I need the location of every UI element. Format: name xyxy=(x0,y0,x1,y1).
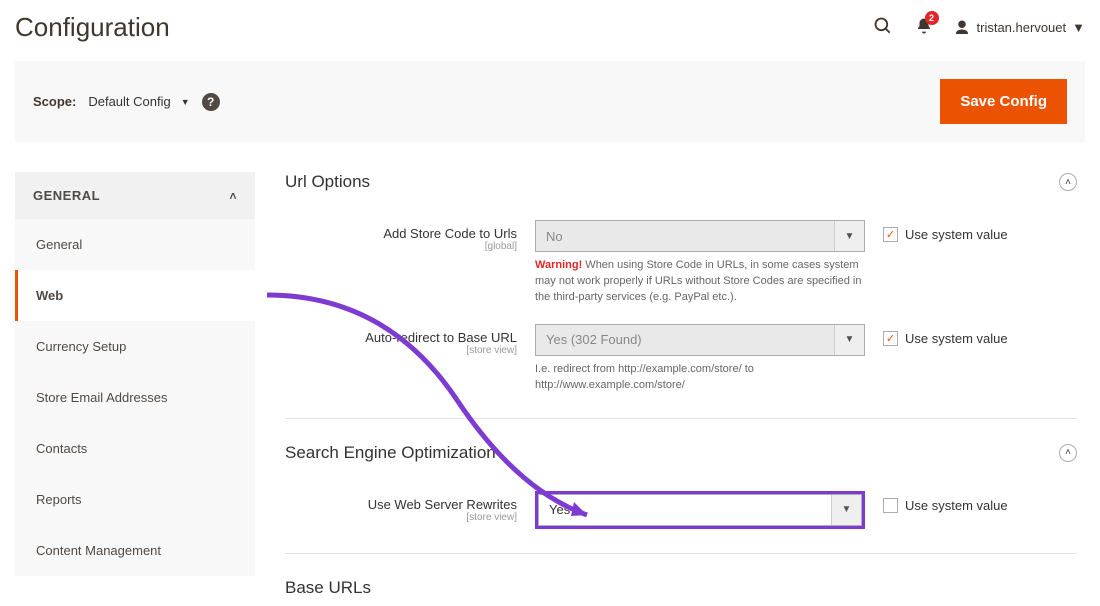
field-scope: [global] xyxy=(285,241,517,252)
use-system-label: Use system value xyxy=(905,227,1008,242)
chevron-down-icon: ▼ xyxy=(831,495,861,525)
chevron-down-icon: ▼ xyxy=(181,97,190,107)
auto-redirect-select: Yes (302 Found) ▼ xyxy=(535,324,865,356)
use-system-label: Use system value xyxy=(905,498,1008,513)
page-title: Configuration xyxy=(15,12,170,43)
divider xyxy=(285,553,1077,554)
use-system-label: Use system value xyxy=(905,331,1008,346)
scope-select[interactable]: Default Config ▼ xyxy=(88,94,189,109)
section-title-text: Search Engine Optimization xyxy=(285,443,496,463)
collapse-icon[interactable]: ˄ xyxy=(1059,173,1077,191)
search-icon[interactable] xyxy=(871,14,895,41)
use-system-checkbox[interactable] xyxy=(883,498,898,513)
notifications-icon[interactable]: 2 xyxy=(913,15,935,40)
sidebar-section-general[interactable]: GENERAL ˄ xyxy=(15,172,255,219)
field-auto-redirect: Auto-redirect to Base URL [store view] Y… xyxy=(285,324,1077,394)
sidebar-item-currency-setup[interactable]: Currency Setup xyxy=(15,321,255,372)
section-base-urls-header[interactable]: Base URLs xyxy=(285,578,1077,598)
scope-label: Scope: xyxy=(33,94,76,109)
scope-value: Default Config xyxy=(88,94,170,109)
sidebar-item-contacts[interactable]: Contacts xyxy=(15,423,255,474)
page-header: Configuration 2 tristan.hervouet ▼ xyxy=(15,0,1085,61)
sidebar-item-content-mgmt[interactable]: Content Management xyxy=(15,525,255,576)
save-config-button[interactable]: Save Config xyxy=(940,79,1067,124)
use-system-checkbox[interactable]: ✓ xyxy=(883,331,898,346)
section-title-text: Url Options xyxy=(285,172,370,192)
collapse-icon[interactable]: ˄ xyxy=(1059,444,1077,462)
chevron-down-icon: ▼ xyxy=(834,325,864,355)
field-label: Add Store Code to Urls xyxy=(383,226,517,241)
user-icon xyxy=(953,19,971,37)
notification-badge: 2 xyxy=(925,11,939,25)
sidebar: GENERAL ˄ General Web Currency Setup Sto… xyxy=(15,172,255,598)
user-menu[interactable]: tristan.hervouet ▼ xyxy=(953,19,1085,37)
chevron-down-icon: ▼ xyxy=(1072,20,1085,35)
scope-bar: Scope: Default Config ▼ ? Save Config xyxy=(15,61,1085,142)
field-note: I.e. redirect from http://example.com/st… xyxy=(535,362,865,394)
rewrites-select[interactable]: Yes ▼ xyxy=(538,494,862,526)
field-scope: [store view] xyxy=(285,512,517,523)
chevron-up-icon: ˄ xyxy=(229,189,237,203)
help-icon[interactable]: ? xyxy=(202,93,220,111)
field-web-server-rewrites: Use Web Server Rewrites [store view] Yes… xyxy=(285,491,1077,529)
user-name: tristan.hervouet xyxy=(977,20,1067,35)
field-scope: [store view] xyxy=(285,345,517,356)
field-label: Auto-redirect to Base URL xyxy=(365,330,517,345)
sidebar-item-store-email[interactable]: Store Email Addresses xyxy=(15,372,255,423)
section-title-text: Base URLs xyxy=(285,578,371,598)
field-label: Use Web Server Rewrites xyxy=(368,497,517,512)
use-system-checkbox[interactable]: ✓ xyxy=(883,227,898,242)
main-panel: Url Options ˄ Add Store Code to Urls [gl… xyxy=(285,172,1085,598)
highlight-annotation: Yes ▼ xyxy=(535,491,865,529)
field-note: Warning! When using Store Code in URLs, … xyxy=(535,258,865,306)
sidebar-item-general[interactable]: General xyxy=(15,219,255,270)
chevron-down-icon: ▼ xyxy=(834,221,864,251)
field-add-store-code: Add Store Code to Urls [global] No ▼ War… xyxy=(285,220,1077,306)
section-url-options-header[interactable]: Url Options ˄ xyxy=(285,172,1077,192)
sidebar-item-reports[interactable]: Reports xyxy=(15,474,255,525)
sidebar-item-web[interactable]: Web xyxy=(15,270,255,321)
sidebar-section-label: GENERAL xyxy=(33,188,100,203)
store-code-select: No ▼ xyxy=(535,220,865,252)
section-seo-header[interactable]: Search Engine Optimization ˄ xyxy=(285,443,1077,463)
divider xyxy=(285,418,1077,419)
